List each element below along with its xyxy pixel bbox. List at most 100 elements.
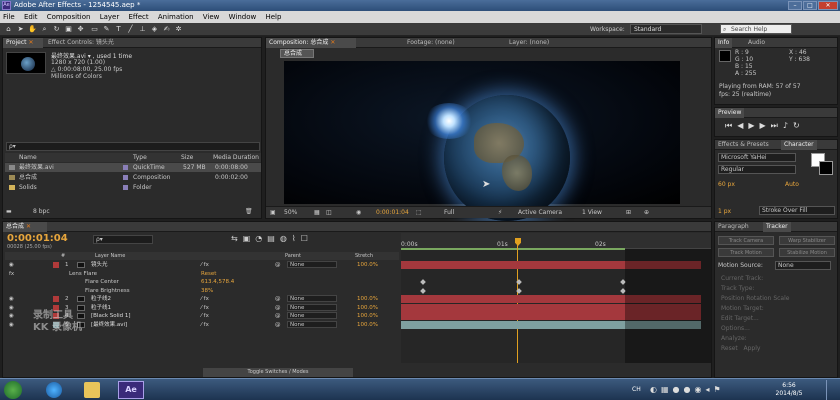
parent-pickwhip-icon[interactable]: @ — [275, 261, 281, 269]
visibility-eye-icon[interactable]: ◉ — [9, 261, 14, 269]
timeline-property-row[interactable]: Flare Brightness 38% — [5, 287, 399, 295]
stretch-value[interactable]: 100.0% — [357, 321, 378, 329]
eraser-tool-icon[interactable]: ◈ — [150, 25, 159, 34]
home-icon[interactable]: ⌂ — [4, 25, 13, 34]
maximize-button[interactable]: □ — [803, 1, 817, 10]
timeline-graph-area[interactable]: 0:00s 01s 02s — [401, 233, 711, 363]
tab-timeline-comp[interactable]: 总合成 ✕ — [3, 222, 47, 232]
stretch-value[interactable]: 100.0% — [357, 312, 378, 320]
show-desktop-button[interactable] — [826, 380, 838, 400]
layer-name[interactable]: 粒子线1 — [91, 304, 111, 312]
language-indicator[interactable]: CH — [632, 386, 641, 393]
camera-dropdown[interactable]: Active Camera — [518, 207, 562, 219]
stroke-size-value[interactable]: 1 px — [718, 208, 731, 215]
layer-track[interactable] — [401, 278, 626, 286]
parent-dropdown[interactable]: None — [287, 303, 337, 311]
menu-edit[interactable]: Edit — [24, 13, 38, 21]
view-layout-dropdown[interactable]: 1 View — [582, 207, 602, 219]
file-explorer-icon[interactable] — [84, 382, 100, 398]
property-value[interactable]: Reset — [201, 270, 216, 278]
tray-icon-network[interactable]: ▦ — [661, 385, 673, 394]
roto-brush-icon[interactable]: ✍ — [162, 25, 171, 34]
rotate-tool-icon[interactable]: ↻ — [52, 25, 61, 34]
font-family-dropdown[interactable]: Microsoft YaHei — [718, 153, 796, 162]
brainstorm-icon[interactable]: ☐ — [301, 234, 313, 243]
timeline-search-input[interactable]: ρ▾ — [93, 235, 153, 244]
col-size[interactable]: Size — [181, 153, 193, 162]
item-label-color[interactable] — [123, 185, 128, 190]
start-button-icon[interactable] — [4, 381, 22, 399]
comp-name-button[interactable]: 总合成 — [280, 49, 314, 58]
tracking-value[interactable]: Auto — [785, 181, 799, 188]
tray-icon-app2[interactable]: ● — [684, 385, 695, 394]
col-parent[interactable]: Parent — [285, 252, 301, 260]
tab-footage[interactable]: Footage: (none) — [404, 38, 458, 48]
timeline-property-row[interactable]: fx Lens Flare Reset — [5, 270, 399, 278]
menu-view[interactable]: View — [203, 13, 220, 21]
layer-label-color[interactable] — [53, 296, 59, 302]
hand-tool-icon[interactable]: ✋ — [28, 25, 37, 34]
next-frame-icon[interactable]: ▶ — [760, 121, 771, 130]
stroke-color-swatch[interactable] — [819, 161, 833, 175]
keyframe-marker[interactable] — [516, 287, 522, 294]
grid-icon[interactable]: ▦ — [314, 207, 320, 219]
parent-pickwhip-icon[interactable]: @ — [275, 295, 281, 303]
timeline-property-row[interactable]: Flare Center 613.4,578.4 — [5, 278, 399, 286]
tab-character[interactable]: Character — [781, 140, 817, 150]
camera-tool-icon[interactable]: ▣ — [64, 25, 73, 34]
zoom-tool-icon[interactable]: ⌕ — [40, 25, 49, 34]
shy-icon[interactable]: ◔ — [255, 234, 267, 243]
fast-preview-icon[interactable]: ⚡ — [498, 207, 502, 219]
motion-source-dropdown[interactable]: None — [775, 261, 831, 270]
text-tool-icon[interactable]: T — [114, 25, 123, 34]
camera-snapshot-icon[interactable]: ◉ — [356, 207, 361, 219]
menu-effect[interactable]: Effect — [128, 13, 148, 21]
layer-track[interactable] — [401, 270, 625, 278]
stretch-value[interactable]: 100.0% — [357, 304, 378, 312]
item-label-color[interactable] — [123, 165, 128, 170]
project-search-input[interactable]: ρ▾ — [6, 142, 260, 151]
keyframe-marker[interactable] — [420, 287, 426, 294]
frame-blend-icon[interactable]: ▤ — [267, 234, 280, 243]
graph-editor-icon[interactable]: ⌇ — [292, 234, 301, 243]
composition-viewer[interactable]: ➤ — [284, 61, 680, 221]
tab-layer[interactable]: Layer: (none) — [506, 38, 552, 48]
layer-label-color[interactable] — [53, 262, 59, 268]
trash-icon[interactable]: 🗑 — [245, 208, 253, 215]
tab-project[interactable]: Project ✕ — [3, 38, 43, 48]
layer-switches[interactable]: ⁄ fx — [201, 321, 209, 329]
keyframe-marker[interactable] — [516, 279, 522, 285]
stretch-value[interactable]: 100.0% — [357, 261, 378, 269]
play-icon[interactable]: ▶ — [748, 121, 759, 130]
keyframe-marker[interactable] — [420, 279, 426, 285]
tray-icon-ime[interactable]: ◐ — [650, 385, 661, 394]
col-type[interactable]: Type — [133, 153, 147, 162]
clone-tool-icon[interactable]: ⊥ — [138, 25, 147, 34]
mask-icon[interactable]: ◫ — [326, 207, 332, 219]
property-value[interactable]: 613.4,578.4 — [201, 278, 234, 286]
warp-stabilizer-button[interactable]: Warp Stabilizer — [779, 236, 835, 245]
layer-switches[interactable]: ⁄ fx — [201, 261, 209, 269]
tab-effect-controls[interactable]: Effect Controls: 镜头光 — [45, 38, 155, 48]
col-duration[interactable]: Media Duration — [213, 153, 259, 162]
motion-blur-icon[interactable]: ◍ — [280, 234, 292, 243]
selection-tool-icon[interactable]: ➤ — [16, 25, 25, 34]
tray-icon-flag[interactable]: ⚑ — [714, 385, 725, 394]
work-area-bar[interactable] — [401, 248, 625, 250]
timeline-timecode[interactable]: 0:00:01:04 — [7, 233, 68, 244]
tab-info[interactable]: Info — [715, 38, 733, 48]
draft-3d-icon[interactable]: ▣ — [243, 234, 256, 243]
fx-icon[interactable]: fx — [9, 270, 14, 278]
parent-dropdown[interactable]: None — [287, 312, 337, 319]
rectangle-tool-icon[interactable]: ▭ — [90, 25, 99, 34]
menu-file[interactable]: File — [3, 13, 15, 21]
folder-icon-bottom[interactable]: ▬ — [6, 208, 12, 215]
col-layer-name[interactable]: Layer Name — [95, 252, 125, 260]
stroke-mode-dropdown[interactable]: Stroke Over Fill — [759, 206, 835, 215]
font-size-value[interactable]: 60 px — [718, 181, 735, 188]
zoom-dropdown[interactable]: 50% — [284, 207, 297, 219]
menu-help[interactable]: Help — [265, 13, 281, 21]
tray-icon-record[interactable]: ◉ — [695, 385, 706, 394]
layer-name[interactable]: 粒子线2 — [91, 295, 111, 303]
track-motion-button[interactable]: Track Motion — [718, 248, 774, 257]
